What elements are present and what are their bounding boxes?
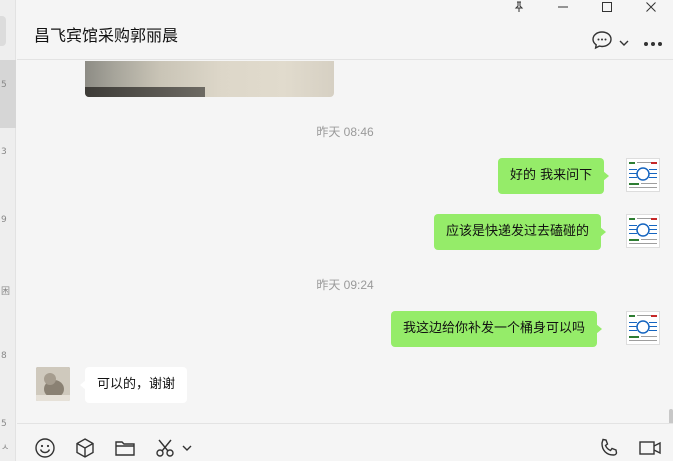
avatar[interactable] <box>626 214 660 248</box>
chat-list-fragment: ㅅ <box>1 443 10 453</box>
maximize-button[interactable] <box>585 0 629 18</box>
cube-icon[interactable] <box>74 436 96 460</box>
contact-avatar[interactable] <box>36 367 70 401</box>
scissors-icon[interactable] <box>154 436 176 460</box>
chat-bubble-icon[interactable] <box>591 30 613 55</box>
emoji-icon[interactable] <box>34 436 56 460</box>
chevron-down-icon[interactable] <box>619 34 629 52</box>
contact-photo-icon <box>36 367 70 401</box>
message-list[interactable]: 昨天 08:46 好的 我来问下 应该是快递发过去磕碰的 昨天 09:24 我这… <box>17 61 673 423</box>
scrollbar-thumb[interactable] <box>669 409 673 423</box>
phone-icon[interactable] <box>598 436 620 460</box>
chat-list-fragment: 9 <box>1 215 7 225</box>
message-bubble-mine[interactable]: 好的 我来问下 <box>498 158 610 194</box>
more-icon[interactable] <box>643 34 663 52</box>
minimize-button[interactable] <box>541 0 585 18</box>
folder-icon[interactable] <box>114 436 136 460</box>
chat-list-edge: 5 3 9 困 8 5 ㅅ <box>0 0 16 461</box>
close-icon <box>645 0 657 18</box>
image-message[interactable] <box>85 61 334 97</box>
chat-list-fragment: 8 <box>1 351 7 361</box>
close-button[interactable] <box>629 0 673 18</box>
window-controls <box>497 0 673 18</box>
chat-list-item-partial[interactable] <box>0 16 6 46</box>
maximize-icon <box>601 0 613 18</box>
qr-avatar-icon <box>627 215 659 247</box>
qr-avatar-icon <box>627 159 659 191</box>
image-content <box>85 87 205 97</box>
qr-avatar-icon <box>627 312 659 344</box>
chat-title: 昌飞宾馆采购郭丽晨 <box>34 26 179 45</box>
message-bubble-mine[interactable]: 我这边给你补发一个桶身可以吗 <box>391 311 603 347</box>
chat-list-fragment: 5 <box>1 419 7 429</box>
chat-list-item-selected[interactable] <box>0 60 16 128</box>
pin-icon <box>513 0 525 18</box>
chat-window: 昌飞宾馆采购郭丽晨 昨天 08:46 好的 我来问下 应该是快递发过去磕碰的 昨… <box>17 0 673 461</box>
composer-toolbar <box>17 423 673 461</box>
video-icon[interactable] <box>638 436 662 460</box>
minimize-icon <box>557 0 569 18</box>
chat-tools <box>591 30 663 55</box>
chat-list-fragment: 困 <box>1 287 11 297</box>
message-bubble-mine[interactable]: 应该是快递发过去磕碰的 <box>434 214 607 250</box>
timestamp: 昨天 08:46 <box>316 125 374 139</box>
timestamp: 昨天 09:24 <box>316 278 374 292</box>
chevron-down-icon[interactable] <box>182 436 192 460</box>
avatar[interactable] <box>626 158 660 192</box>
message-bubble-other[interactable]: 可以的，谢谢 <box>79 367 188 403</box>
chat-list-fragment: 5 <box>1 80 7 90</box>
avatar[interactable] <box>626 311 660 345</box>
chat-header: 昌飞宾馆采购郭丽晨 <box>17 0 673 60</box>
chat-list-fragment: 3 <box>1 147 7 157</box>
pin-button[interactable] <box>497 0 541 18</box>
